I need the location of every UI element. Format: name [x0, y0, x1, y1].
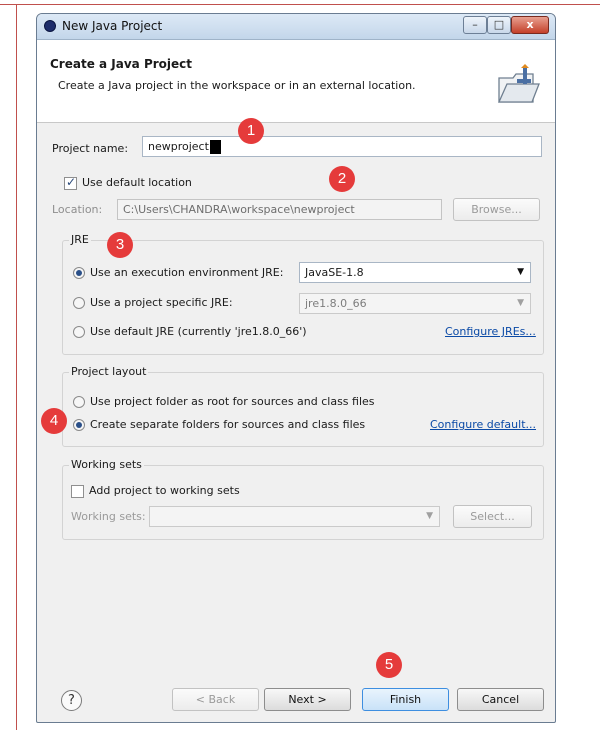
working-sets-group: [62, 465, 544, 540]
configure-default-link[interactable]: Configure default...: [430, 418, 536, 431]
dropdown-arrow-icon: ▼: [517, 298, 524, 308]
finish-button[interactable]: Finish: [362, 688, 449, 711]
configure-jres-link[interactable]: Configure JREs...: [445, 325, 536, 338]
project-specific-jre-label: Use a project specific JRE:: [90, 296, 233, 309]
project-name-value: newproject: [148, 140, 209, 153]
project-layout-group: [62, 372, 544, 447]
separate-folders-radio[interactable]: [73, 419, 85, 431]
use-default-location-label: Use default location: [82, 176, 192, 189]
working-sets-group-title: Working sets: [69, 458, 144, 471]
dropdown-arrow-icon: ▼: [517, 267, 524, 277]
add-to-working-sets-label: Add project to working sets: [89, 484, 240, 497]
step-marker-3: 3: [107, 232, 133, 258]
location-label: Location:: [52, 203, 103, 216]
next-button[interactable]: Next >: [264, 688, 351, 711]
window-title: New Java Project: [62, 19, 163, 33]
default-jre-radio[interactable]: [73, 326, 85, 338]
separate-folders-label: Create separate folders for sources and …: [90, 418, 366, 431]
annotation-frame-top: [0, 4, 600, 5]
step-marker-4: 4: [41, 408, 67, 434]
dropdown-arrow-icon: ▼: [426, 511, 433, 521]
step-marker-1: 1: [238, 118, 264, 144]
step-marker-2: 2: [329, 166, 355, 192]
back-button[interactable]: < Back: [172, 688, 259, 711]
project-layout-group-title: Project layout: [69, 365, 149, 378]
project-name-input[interactable]: newproject: [142, 136, 542, 157]
project-root-radio[interactable]: [73, 396, 85, 408]
cancel-button[interactable]: Cancel: [457, 688, 544, 711]
project-root-label: Use project folder as root for sources a…: [90, 395, 375, 408]
new-java-project-dialog: New Java Project – □ x Create a Java Pro…: [36, 13, 556, 723]
maximize-button[interactable]: □: [487, 16, 511, 34]
select-working-sets-button[interactable]: Select...: [453, 505, 532, 528]
text-cursor: [209, 140, 221, 154]
new-java-project-banner-icon: [497, 64, 540, 103]
execution-env-label: Use an execution environment JRE:: [90, 266, 284, 279]
execution-env-select[interactable]: JavaSE-1.8 ▼: [299, 262, 531, 283]
browse-button[interactable]: Browse...: [453, 198, 540, 221]
project-specific-jre-select[interactable]: jre1.8.0_66 ▼: [299, 293, 531, 314]
wizard-description: Create a Java project in the workspace o…: [58, 79, 416, 92]
use-default-location-checkbox[interactable]: [64, 175, 77, 190]
project-specific-jre-value: jre1.8.0_66: [305, 297, 367, 310]
annotation-frame-left: [16, 4, 17, 730]
step-marker-5: 5: [376, 652, 402, 678]
location-input[interactable]: C:\Users\CHANDRA\workspace\newproject: [117, 199, 442, 220]
wizard-header: Create a Java Project Create a Java proj…: [37, 40, 555, 123]
jre-group-title: JRE: [69, 233, 91, 246]
java-app-icon: [44, 20, 56, 32]
title-bar: New Java Project – □ x: [37, 14, 555, 40]
help-icon[interactable]: ?: [61, 690, 82, 711]
add-to-working-sets-checkbox[interactable]: [71, 485, 84, 498]
project-specific-jre-radio[interactable]: [73, 297, 85, 309]
project-name-label: Project name:: [52, 142, 129, 155]
working-sets-label: Working sets:: [71, 510, 146, 523]
execution-env-radio[interactable]: [73, 267, 85, 279]
execution-env-value: JavaSE-1.8: [305, 266, 364, 279]
close-button[interactable]: x: [511, 16, 549, 34]
default-jre-label: Use default JRE (currently 'jre1.8.0_66'…: [90, 325, 307, 338]
minimize-button[interactable]: –: [463, 16, 487, 34]
wizard-title: Create a Java Project: [50, 57, 193, 71]
working-sets-select[interactable]: ▼: [149, 506, 440, 527]
